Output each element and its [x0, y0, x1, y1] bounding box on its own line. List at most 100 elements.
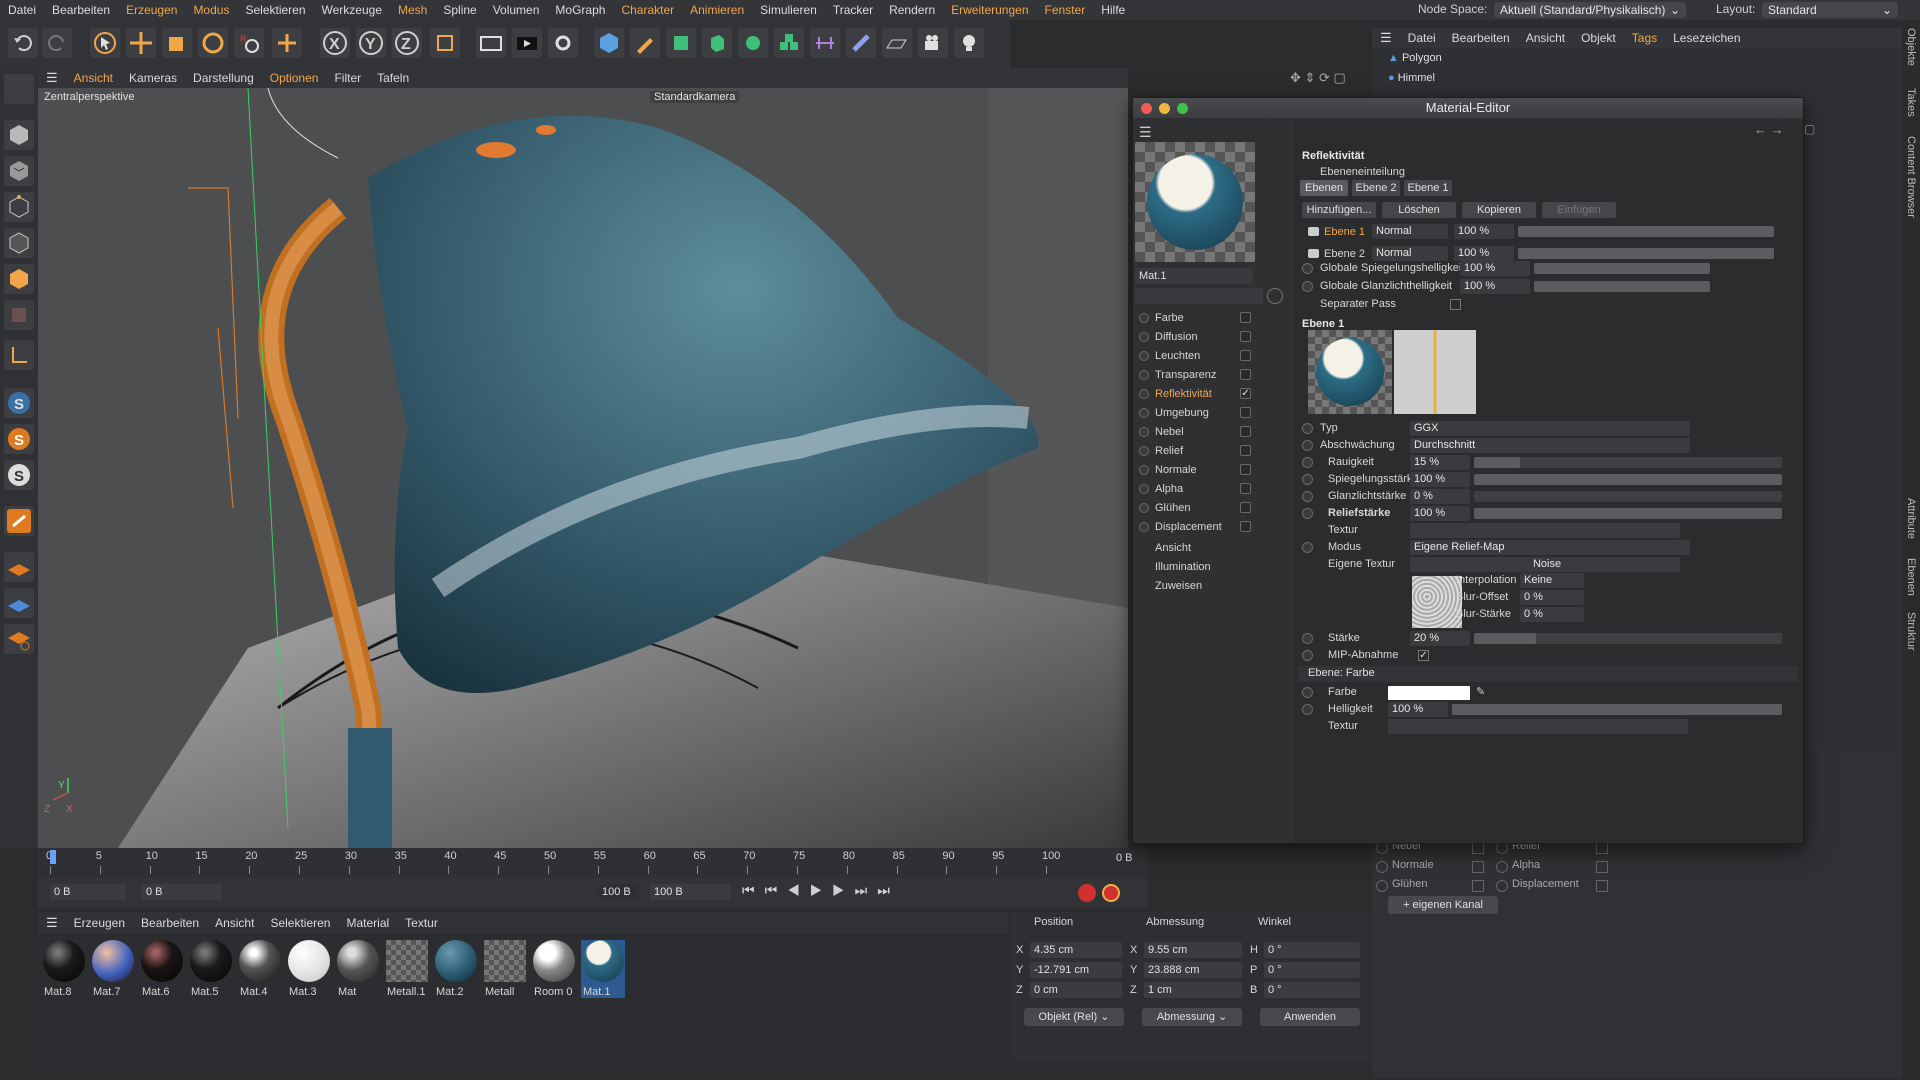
object-menu-item-2[interactable]: Ansicht [1518, 31, 1573, 45]
extrude-icon[interactable] [702, 28, 732, 58]
layer-name[interactable]: Ebene 2 [1324, 248, 1365, 260]
record-icon[interactable] [1078, 884, 1096, 902]
anim-radio-icon[interactable] [1302, 440, 1313, 451]
layer-eye-icon[interactable] [1308, 249, 1319, 258]
prop-field[interactable]: 15 % [1410, 455, 1470, 470]
prop-slider[interactable] [1474, 491, 1782, 502]
viewport-menu-item-1[interactable]: Kameras [121, 71, 185, 85]
channel-checkbox[interactable] [1240, 350, 1251, 361]
prop-field[interactable]: 100 % [1410, 472, 1470, 487]
channel-7[interactable]: Relief [1139, 443, 1289, 461]
coord-position-field[interactable]: 0 cm [1030, 982, 1122, 998]
node-space-dropdown[interactable]: Aktuell (Standard/Physikalisch) ⌄ [1494, 2, 1686, 18]
prop-slider[interactable] [1474, 508, 1782, 519]
playhead[interactable] [50, 850, 56, 864]
menu-item-16[interactable]: Fenster [1037, 3, 1094, 17]
maximize-icon[interactable] [1177, 103, 1188, 114]
prop-field[interactable]: 0 % [1520, 590, 1584, 605]
custom-texture-slot[interactable]: Noise [1410, 557, 1680, 572]
material-thumb-9[interactable]: Metall [483, 940, 527, 998]
material-preview[interactable] [1135, 142, 1255, 262]
channel-radio[interactable] [1139, 370, 1149, 380]
grid-icon[interactable] [4, 552, 34, 582]
x-axis-icon[interactable]: X [320, 28, 350, 58]
material-name-field[interactable]: Mat.1 [1135, 268, 1253, 284]
camera-icon[interactable] [918, 28, 948, 58]
editor-extra-item-0[interactable]: Ansicht [1155, 542, 1191, 554]
right-tab-2[interactable]: Content Browser [1905, 136, 1917, 218]
channel-radio[interactable] [1139, 408, 1149, 418]
playback-controls[interactable]: ⏮⏮◀▶▶⏭⏭ [742, 882, 900, 899]
coord-size-dropdown[interactable]: Abmessung ⌄ [1142, 1008, 1242, 1026]
apply-button[interactable]: Anwenden [1260, 1008, 1360, 1026]
menu-item-0[interactable]: Datei [0, 3, 44, 17]
editor-extra-item-1[interactable]: Illumination [1155, 561, 1211, 573]
coordinate-system-icon[interactable] [430, 28, 460, 58]
channel-radio[interactable] [1139, 332, 1149, 342]
right-tab-3[interactable]: Attribute [1905, 498, 1917, 539]
timeline[interactable]: 0510152025303540455055606570758085909510… [38, 848, 1148, 878]
coord-size-field[interactable]: 23.888 cm [1144, 962, 1242, 978]
layout-dropdown[interactable]: Standard ⌄ [1762, 2, 1898, 18]
prop-field[interactable]: 0 % [1520, 607, 1584, 622]
move-tool-icon[interactable] [126, 28, 156, 58]
texture-mode-icon[interactable] [4, 156, 34, 186]
material-thumb-7[interactable]: Metall.1 [385, 940, 429, 998]
prop-slider[interactable] [1474, 633, 1782, 644]
right-tab-4[interactable]: Ebenen [1905, 558, 1917, 596]
channel-4[interactable]: Reflektivität ✓ [1139, 386, 1289, 404]
anim-radio-icon[interactable] [1302, 423, 1313, 434]
separate-pass-checkbox[interactable] [1450, 299, 1461, 310]
material-thumb-4[interactable]: Mat.4 [238, 940, 282, 998]
workplane-icon[interactable] [4, 506, 34, 536]
menu-item-11[interactable]: Animieren [682, 3, 752, 17]
channel-checkbox[interactable] [1240, 331, 1251, 342]
eyedropper-icon[interactable]: ✎ [1476, 685, 1485, 698]
channel-checkbox[interactable] [1240, 464, 1251, 475]
cloner-icon[interactable] [738, 28, 768, 58]
attr-radio[interactable] [1376, 861, 1388, 873]
channel-radio[interactable] [1139, 446, 1149, 456]
anim-radio-icon[interactable] [1302, 508, 1313, 519]
viewport-menu-item-5[interactable]: Tafeln [369, 71, 417, 85]
render-settings-icon[interactable] [548, 28, 578, 58]
editor-extra-item-2[interactable]: Zuweisen [1155, 580, 1202, 592]
viewport-menu-item-4[interactable]: Filter [326, 71, 369, 85]
lock-icon[interactable] [4, 588, 34, 618]
channel-radio[interactable] [1139, 313, 1149, 323]
menu-item-10[interactable]: Charakter [613, 3, 682, 17]
material-editor-title[interactable]: Material-Editor [1133, 98, 1803, 118]
coord-position-field[interactable]: 4.35 cm [1030, 942, 1122, 958]
layer-tab-2[interactable]: Ebene 1 [1404, 180, 1452, 196]
undo-icon[interactable] [8, 28, 38, 58]
object-item-polygon[interactable]: ▲ Polygon [1388, 52, 1442, 64]
prop-field[interactable]: Eigene Relief-Map [1410, 540, 1690, 555]
coord-rotation-field[interactable]: 0 ° [1264, 942, 1360, 958]
channel-radio[interactable] [1139, 351, 1149, 361]
right-tab-1[interactable]: Takes [1905, 88, 1917, 117]
anim-radio-icon[interactable] [1302, 687, 1313, 698]
point-mode-icon[interactable] [4, 192, 34, 222]
right-tab-5[interactable]: Struktur [1905, 612, 1917, 651]
channel-checkbox[interactable] [1240, 312, 1251, 323]
edge-mode-icon[interactable] [4, 228, 34, 258]
back-arrow-icon[interactable]: ← → [1754, 122, 1784, 137]
material-thumb-3[interactable]: Mat.5 [189, 940, 233, 998]
channel-radio[interactable] [1139, 522, 1149, 532]
lock-panel-icon[interactable]: ▢ [1804, 122, 1815, 136]
material-menu-item-3[interactable]: Selektieren [262, 916, 338, 930]
attr-radio[interactable] [1376, 880, 1388, 892]
attr-radio[interactable] [1496, 861, 1508, 873]
attr-channel-checkbox[interactable] [1472, 861, 1484, 873]
prop-slider[interactable] [1474, 457, 1782, 468]
attr-channel-checkbox[interactable] [1596, 880, 1608, 892]
channel-checkbox[interactable] [1240, 426, 1251, 437]
cube-icon[interactable] [594, 28, 624, 58]
layer-opacity-slider[interactable] [1518, 248, 1774, 259]
object-menu-item-4[interactable]: Tags [1624, 31, 1665, 45]
menu-item-3[interactable]: Modus [185, 3, 237, 17]
layer-blend-dropdown[interactable]: Normal [1372, 246, 1448, 261]
material-thumb-1[interactable]: Mat.7 [91, 940, 135, 998]
object-item-sky[interactable]: ● Himmel [1388, 72, 1435, 84]
viewport-nav-icon[interactable]: ✥ ⇕ ⟳ ▢ [1290, 70, 1346, 86]
